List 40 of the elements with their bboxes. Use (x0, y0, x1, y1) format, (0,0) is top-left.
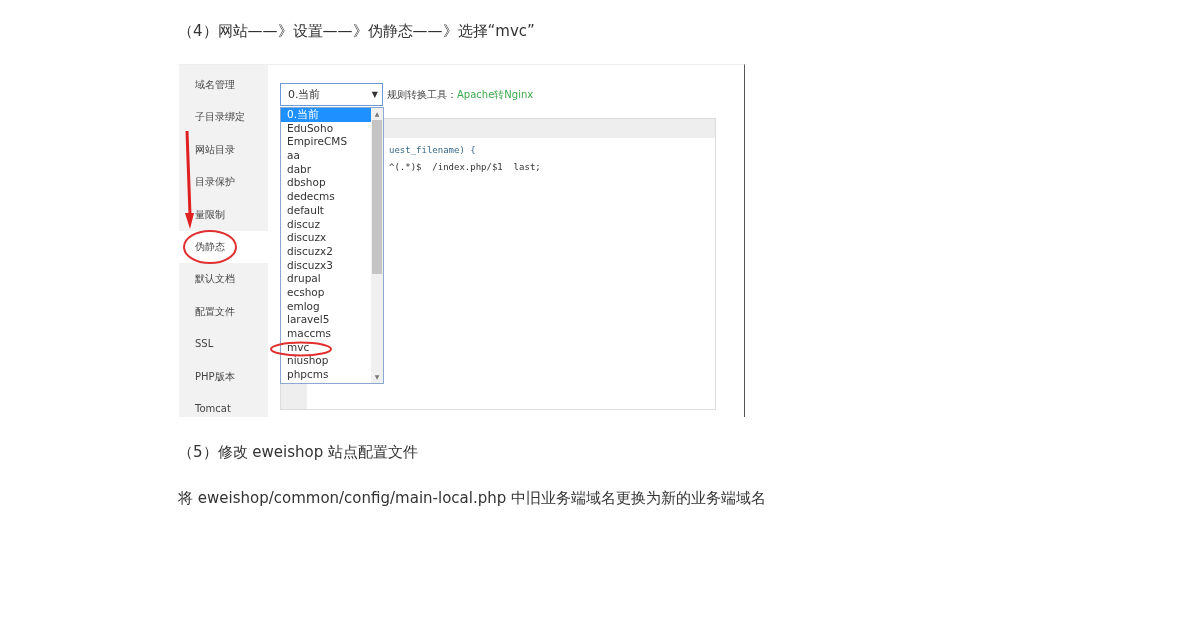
sidebar-item[interactable]: 配置文件 (179, 295, 268, 329)
dropdown-option[interactable]: dbshop (281, 176, 371, 191)
dropdown-option[interactable]: drupal (281, 272, 371, 286)
dropdown-option[interactable]: maccms (281, 327, 371, 341)
sidebar-item[interactable]: 默认文档 (179, 263, 268, 296)
code-line: ^(.*)$ /index.php/$1 last; (389, 161, 541, 174)
dropdown-option[interactable]: dabr (281, 162, 371, 177)
dropdown-option[interactable]: discuz (281, 217, 371, 232)
scrollbar-thumb[interactable] (372, 120, 382, 274)
dropdown-option[interactable]: phpcms (281, 368, 371, 382)
dropdown-option[interactable]: aa (281, 149, 371, 163)
sidebar-item[interactable]: 子目录绑定 (179, 101, 268, 134)
sidebar-item[interactable]: 域名管理 (179, 69, 268, 102)
instruction-text: 将 eweishop/common/config/main-local.php 中旧业务端域名更换为新的业务端域名 (178, 488, 767, 509)
rule-select[interactable]: 0.当前 ▼ (280, 83, 383, 106)
dropdown-option[interactable]: emlog (281, 299, 371, 314)
dropdown-option[interactable]: discuzx3 (281, 258, 371, 273)
code-line: uest_filename) { (389, 144, 477, 157)
sidebar-item[interactable]: 目录保护 (179, 166, 268, 199)
dropdown-option[interactable]: discuzx2 (281, 244, 371, 259)
dropdown-option[interactable]: niushop (281, 354, 371, 369)
dropdown-option[interactable]: EmpireCMS (281, 135, 371, 150)
circle-annotation (183, 230, 237, 264)
tool-label: 规则转换工具： (387, 87, 457, 102)
circle-annotation (270, 341, 332, 357)
sidebar-item[interactable]: SSL (179, 328, 268, 361)
step-heading: （4）网站——》设置——》伪静态——》选择“mvc” (178, 21, 536, 42)
dropdown-option[interactable]: default (281, 203, 371, 218)
sidebar-item[interactable]: Tomcat (179, 392, 268, 426)
sidebar-item[interactable]: 伪静态 (179, 230, 268, 264)
sidebar-item[interactable]: 量限制 (179, 198, 268, 231)
dropdown-option[interactable]: ecshop (281, 285, 371, 300)
dropdown-option[interactable]: EduSoho (281, 121, 371, 136)
dropdown-option[interactable]: laravel5 (281, 313, 371, 327)
dropdown-option[interactable]: dedecms (281, 190, 371, 204)
dropdown-option[interactable]: mvc (281, 340, 371, 355)
sidebar-item[interactable]: PHP版本 (179, 360, 268, 393)
step-heading: （5）修改 eweishop 站点配置文件 (178, 442, 419, 463)
sidebar-item[interactable]: 网站目录 (179, 133, 268, 167)
dropdown-option[interactable]: discuzx (281, 231, 371, 245)
